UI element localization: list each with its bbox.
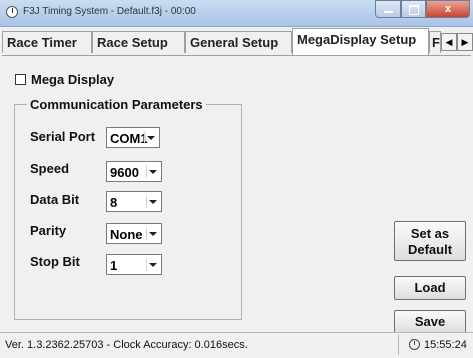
stop-bit-label: Stop Bit — [30, 254, 80, 269]
chevron-down-icon[interactable] — [146, 258, 159, 271]
clock-icon — [409, 339, 420, 350]
clock-icon — [6, 6, 18, 18]
load-button[interactable]: Load — [394, 276, 466, 300]
chevron-down-icon[interactable] — [146, 195, 159, 208]
stop-bit-select[interactable]: 1 — [106, 254, 162, 275]
mega-display-label: Mega Display — [31, 72, 115, 87]
communication-parameters-group: Communication Parameters Serial Port COM… — [14, 97, 242, 320]
tab-race-setup[interactable]: Race Setup — [92, 31, 185, 53]
status-time: 15:55:24 — [424, 339, 467, 351]
megadisplay-setup-panel: Mega Display Communication Parameters Se… — [2, 55, 471, 334]
tab-race-timer[interactable]: Race Timer — [2, 31, 92, 53]
tab-partial[interactable]: F — [429, 31, 441, 53]
chevron-down-icon[interactable] — [146, 165, 159, 178]
tab-megadisplay-setup[interactable]: MegaDisplay Setup — [292, 28, 429, 55]
set-default-line1: Set as — [410, 226, 450, 241]
tab-general-setup[interactable]: General Setup — [185, 31, 292, 53]
title-bar: F3J Timing System - Default.f3j - 00:00 … — [0, 0, 473, 27]
mega-display-option[interactable]: Mega Display — [15, 72, 114, 87]
serial-port-select[interactable]: COM1 — [106, 127, 160, 148]
speed-select[interactable]: 9600 — [106, 161, 162, 182]
data-bit-select[interactable]: 8 — [106, 191, 162, 212]
close-button[interactable]: x — [426, 0, 470, 18]
stop-bit-value: 1 — [110, 258, 118, 273]
window-title: F3J Timing System - Default.f3j - 00:00 — [23, 6, 196, 17]
parity-select[interactable]: None — [106, 223, 162, 244]
data-bit-label: Data Bit — [30, 192, 80, 207]
maximize-button[interactable] — [401, 0, 426, 18]
group-title: Communication Parameters — [27, 97, 206, 112]
status-divider — [398, 335, 399, 355]
minimize-button[interactable] — [375, 0, 401, 18]
serial-port-label: Serial Port — [30, 129, 96, 144]
tab-scroll-left[interactable]: ◀ — [441, 33, 457, 51]
set-default-line2: Default — [407, 242, 453, 257]
parity-label: Parity — [30, 223, 67, 238]
set-as-default-button[interactable]: Set as Default — [394, 221, 466, 261]
chevron-down-icon[interactable] — [146, 227, 159, 240]
tab-strip: Race Timer Race Setup General Setup Mega… — [0, 27, 473, 57]
speed-label: Speed — [30, 161, 70, 176]
serial-port-value: COM1 — [110, 131, 148, 146]
version-status: Ver. 1.3.2362.25703 - Clock Accuracy: 0.… — [5, 339, 248, 351]
parity-value: None — [110, 227, 143, 242]
chevron-down-icon[interactable] — [144, 131, 157, 144]
data-bit-value: 8 — [110, 195, 118, 210]
tab-scroll-right[interactable]: ▶ — [457, 33, 473, 51]
status-bar: Ver. 1.3.2362.25703 - Clock Accuracy: 0.… — [0, 332, 473, 358]
mega-display-checkbox[interactable] — [15, 74, 26, 85]
speed-value: 9600 — [110, 165, 139, 180]
save-button[interactable]: Save — [394, 310, 466, 334]
